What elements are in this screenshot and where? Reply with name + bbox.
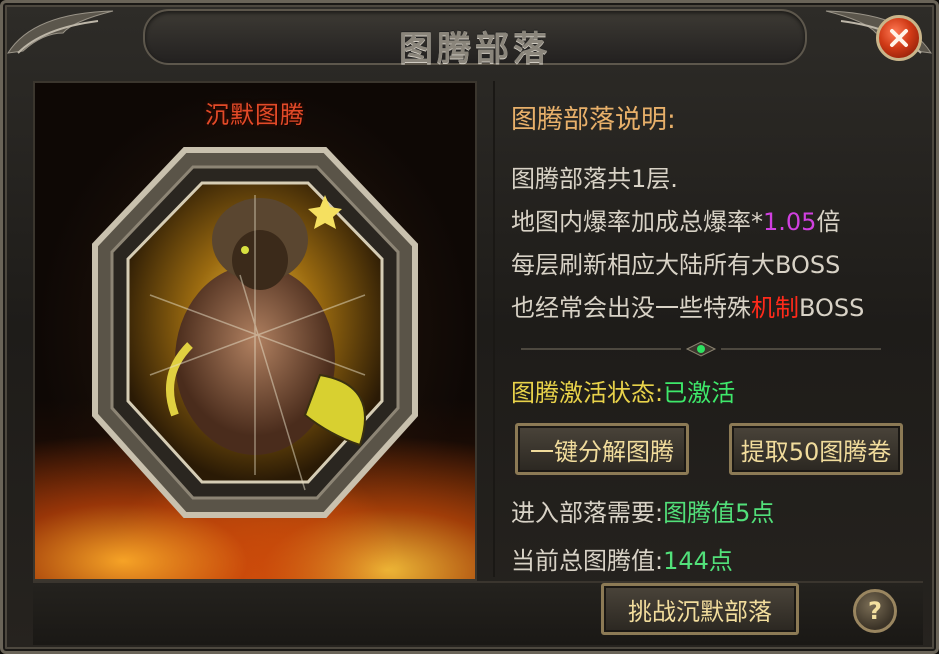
wing-ornament-left-icon	[7, 10, 114, 54]
info-line-special-boss: 也经常会出没一些特殊机制BOSS	[511, 287, 921, 330]
drop-rate-suffix: 倍	[816, 208, 841, 236]
title-bar: 图腾部落	[143, 9, 807, 69]
gem-divider-icon	[521, 341, 881, 357]
totem-display: 沉默图腾	[33, 81, 477, 581]
decompose-totem-button[interactable]: 一键分解图腾	[515, 423, 689, 475]
close-button[interactable]	[876, 15, 922, 61]
current-totem-value: 当前总图腾值:144点	[511, 541, 733, 576]
requirement-label: 进入部落需要:	[511, 499, 664, 527]
entry-requirement: 进入部落需要:图腾值5点	[511, 493, 774, 528]
info-panel: 图腾部落说明: 图腾部落共1层. 地图内爆率加成总爆率*1.05倍 每层刷新相应…	[511, 99, 921, 330]
special-boss-prefix: 也经常会出没一些特殊	[511, 294, 751, 322]
special-boss-suffix: BOSS	[799, 294, 865, 322]
requirement-value: 图腾值5点	[663, 499, 775, 527]
panel-divider	[493, 81, 495, 577]
extract-totem-scroll-button[interactable]: 提取50图腾卷	[729, 423, 903, 475]
totem-tribe-window: 图腾部落 沉默图腾 图腾部落说明: 图腾部落共1层. 地图内爆率加成总爆率*1.…	[0, 0, 939, 654]
status-value: 已激活	[663, 379, 736, 407]
special-boss-highlight: 机制	[751, 294, 799, 322]
question-mark-icon: ?	[868, 597, 882, 625]
challenge-tribe-button[interactable]: 挑战沉默部落	[601, 583, 799, 635]
info-line-floors: 图腾部落共1层.	[511, 165, 678, 193]
help-button[interactable]: ?	[853, 589, 897, 633]
current-value: 144点	[663, 547, 733, 575]
totem-name: 沉默图腾	[205, 101, 305, 129]
info-line-drop-rate: 地图内爆率加成总爆率*1.05倍	[511, 201, 921, 244]
activation-status: 图腾激活状态:已激活	[511, 373, 735, 408]
info-line-boss-refresh: 每层刷新相应大陆所有大BOSS	[511, 251, 841, 279]
drop-rate-prefix: 地图内爆率加成总爆率*	[511, 208, 763, 236]
close-x-icon	[890, 29, 908, 47]
warrior-totem-portrait	[92, 147, 418, 518]
window-title: 图腾部落	[399, 29, 551, 69]
info-heading: 图腾部落说明:	[511, 105, 676, 135]
current-label: 当前总图腾值:	[511, 547, 664, 575]
status-label: 图腾激活状态:	[511, 379, 664, 407]
drop-rate-value: 1.05	[763, 208, 817, 236]
